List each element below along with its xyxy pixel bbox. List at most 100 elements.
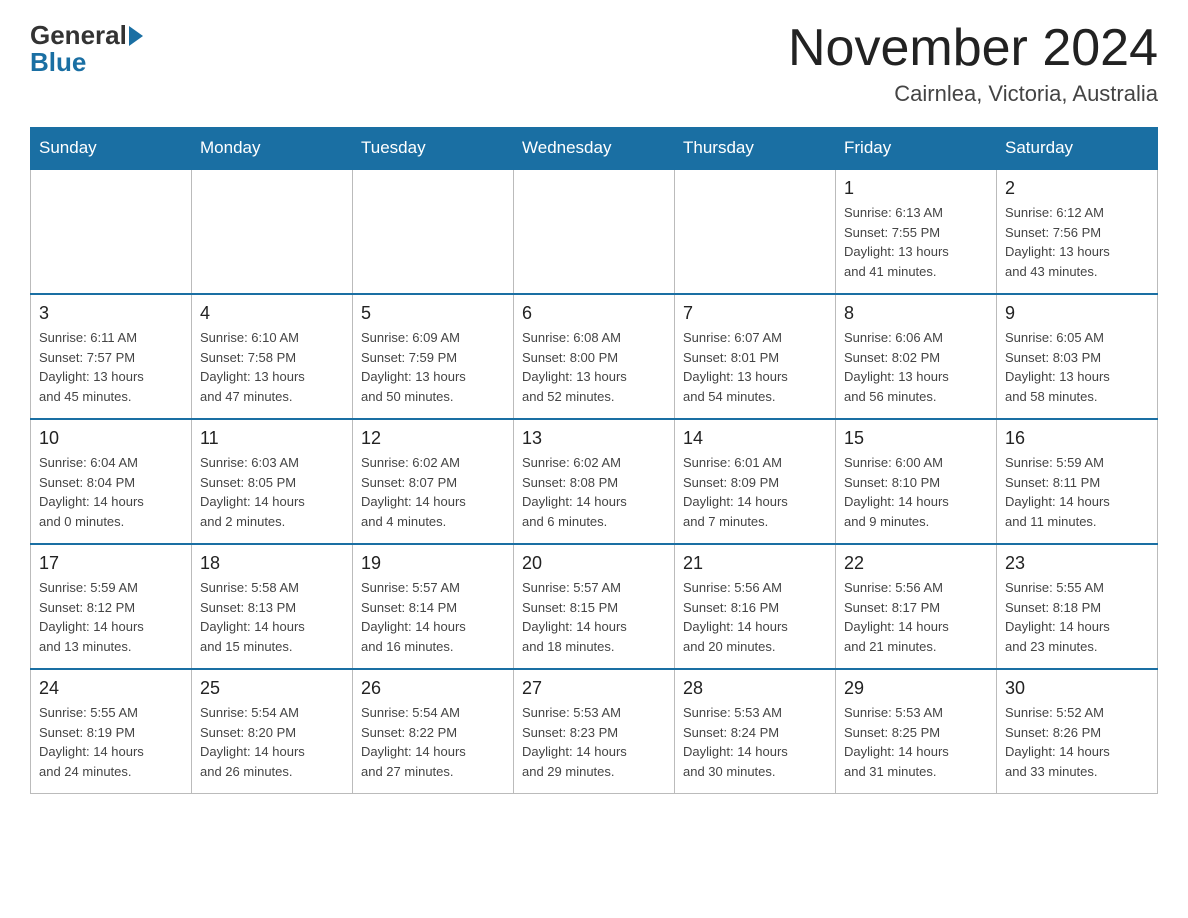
col-tuesday: Tuesday <box>353 128 514 170</box>
table-row: 10Sunrise: 6:04 AM Sunset: 8:04 PM Dayli… <box>31 419 192 544</box>
table-row: 9 Sunrise: 6:05 AM Sunset: 8:03 PM Daylig… <box>997 294 1158 419</box>
day-info: Sunrise: 5:57 AM Sunset: 8:14 PM Dayligh… <box>361 578 505 656</box>
day-info: Sunrise: 6:10 AM Sunset: 7:58 PM Dayligh… <box>200 328 344 406</box>
table-row: 8 Sunrise: 6:06 AM Sunset: 8:02 PM Daylig… <box>836 294 997 419</box>
day-number: 4 <box>200 303 344 324</box>
location-title: Cairnlea, Victoria, Australia <box>788 81 1158 107</box>
day-number: 18 <box>200 553 344 574</box>
col-wednesday: Wednesday <box>514 128 675 170</box>
table-row: 7 Sunrise: 6:07 AM Sunset: 8:01 PM Daylig… <box>675 294 836 419</box>
day-number: 7 <box>683 303 827 324</box>
table-row: 27 Sunrise: 5:53 AM Sunset: 8:23 PM Dayli… <box>514 669 675 794</box>
day-info: Sunrise: 5:54 AM Sunset: 8:20 PM Dayligh… <box>200 703 344 781</box>
day-number: 14 <box>683 428 827 449</box>
table-row: 2 Sunrise: 6:12 AM Sunset: 7:56 PM Daylig… <box>997 169 1158 294</box>
day-number: 28 <box>683 678 827 699</box>
day-info: Sunrise: 6:00 AM Sunset: 8:10 PM Dayligh… <box>844 453 988 531</box>
table-row: 12 Sunrise: 6:02 AM Sunset: 8:07 PM Dayli… <box>353 419 514 544</box>
day-info: Sunrise: 6:11 AM Sunset: 7:57 PM Dayligh… <box>39 328 183 406</box>
calendar-row-4: 17 Sunrise: 5:59 AM Sunset: 8:12 PM Dayli… <box>31 544 1158 669</box>
table-row: 5 Sunrise: 6:09 AM Sunset: 7:59 PM Daylig… <box>353 294 514 419</box>
day-info: Sunrise: 6:07 AM Sunset: 8:01 PM Dayligh… <box>683 328 827 406</box>
day-number: 13 <box>522 428 666 449</box>
day-number: 10 <box>39 428 183 449</box>
day-number: 2 <box>1005 178 1149 199</box>
day-number: 17 <box>39 553 183 574</box>
table-row: 29 Sunrise: 5:53 AM Sunset: 8:25 PM Dayli… <box>836 669 997 794</box>
day-info: Sunrise: 5:55 AM Sunset: 8:18 PM Dayligh… <box>1005 578 1149 656</box>
day-info: Sunrise: 5:54 AM Sunset: 8:22 PM Dayligh… <box>361 703 505 781</box>
day-info: Sunrise: 6:02 AM Sunset: 8:08 PM Dayligh… <box>522 453 666 531</box>
day-number: 29 <box>844 678 988 699</box>
day-number: 16 <box>1005 428 1149 449</box>
table-row: 30 Sunrise: 5:52 AM Sunset: 8:26 PM Dayli… <box>997 669 1158 794</box>
table-row: 4 Sunrise: 6:10 AM Sunset: 7:58 PM Daylig… <box>192 294 353 419</box>
table-row: 24 Sunrise: 5:55 AM Sunset: 8:19 PM Dayli… <box>31 669 192 794</box>
day-number: 3 <box>39 303 183 324</box>
logo-blue-text: Blue <box>30 47 86 78</box>
day-info: Sunrise: 5:59 AM Sunset: 8:12 PM Dayligh… <box>39 578 183 656</box>
table-row: 19 Sunrise: 5:57 AM Sunset: 8:14 PM Dayli… <box>353 544 514 669</box>
day-number: 24 <box>39 678 183 699</box>
logo: General Blue <box>30 20 145 78</box>
day-info: Sunrise: 5:59 AM Sunset: 8:11 PM Dayligh… <box>1005 453 1149 531</box>
day-info: Sunrise: 5:58 AM Sunset: 8:13 PM Dayligh… <box>200 578 344 656</box>
day-number: 9 <box>1005 303 1149 324</box>
day-info: Sunrise: 5:55 AM Sunset: 8:19 PM Dayligh… <box>39 703 183 781</box>
calendar-row-1: 1Sunrise: 6:13 AM Sunset: 7:55 PM Daylig… <box>31 169 1158 294</box>
day-number: 6 <box>522 303 666 324</box>
col-monday: Monday <box>192 128 353 170</box>
day-info: Sunrise: 6:06 AM Sunset: 8:02 PM Dayligh… <box>844 328 988 406</box>
day-info: Sunrise: 6:12 AM Sunset: 7:56 PM Dayligh… <box>1005 203 1149 281</box>
day-info: Sunrise: 5:56 AM Sunset: 8:16 PM Dayligh… <box>683 578 827 656</box>
table-row: 1Sunrise: 6:13 AM Sunset: 7:55 PM Daylig… <box>836 169 997 294</box>
day-info: Sunrise: 6:08 AM Sunset: 8:00 PM Dayligh… <box>522 328 666 406</box>
logo-arrow-icon <box>129 26 143 46</box>
table-row: 22Sunrise: 5:56 AM Sunset: 8:17 PM Dayli… <box>836 544 997 669</box>
day-info: Sunrise: 6:02 AM Sunset: 8:07 PM Dayligh… <box>361 453 505 531</box>
day-number: 11 <box>200 428 344 449</box>
table-row: 23 Sunrise: 5:55 AM Sunset: 8:18 PM Dayli… <box>997 544 1158 669</box>
day-number: 19 <box>361 553 505 574</box>
table-row <box>675 169 836 294</box>
day-info: Sunrise: 5:53 AM Sunset: 8:23 PM Dayligh… <box>522 703 666 781</box>
day-info: Sunrise: 5:57 AM Sunset: 8:15 PM Dayligh… <box>522 578 666 656</box>
title-section: November 2024 Cairnlea, Victoria, Austra… <box>788 20 1158 107</box>
col-sunday: Sunday <box>31 128 192 170</box>
table-row: 28 Sunrise: 5:53 AM Sunset: 8:24 PM Dayli… <box>675 669 836 794</box>
col-thursday: Thursday <box>675 128 836 170</box>
day-number: 23 <box>1005 553 1149 574</box>
day-info: Sunrise: 6:05 AM Sunset: 8:03 PM Dayligh… <box>1005 328 1149 406</box>
day-number: 12 <box>361 428 505 449</box>
day-info: Sunrise: 5:52 AM Sunset: 8:26 PM Dayligh… <box>1005 703 1149 781</box>
table-row: 16 Sunrise: 5:59 AM Sunset: 8:11 PM Dayli… <box>997 419 1158 544</box>
table-row: 14 Sunrise: 6:01 AM Sunset: 8:09 PM Dayli… <box>675 419 836 544</box>
day-info: Sunrise: 6:09 AM Sunset: 7:59 PM Dayligh… <box>361 328 505 406</box>
page-header: General Blue November 2024 Cairnlea, Vic… <box>30 20 1158 107</box>
day-number: 21 <box>683 553 827 574</box>
table-row: 21 Sunrise: 5:56 AM Sunset: 8:16 PM Dayli… <box>675 544 836 669</box>
table-row: 11Sunrise: 6:03 AM Sunset: 8:05 PM Dayli… <box>192 419 353 544</box>
month-title: November 2024 <box>788 20 1158 77</box>
col-friday: Friday <box>836 128 997 170</box>
calendar-row-3: 10Sunrise: 6:04 AM Sunset: 8:04 PM Dayli… <box>31 419 1158 544</box>
table-row <box>353 169 514 294</box>
day-number: 20 <box>522 553 666 574</box>
table-row: 25Sunrise: 5:54 AM Sunset: 8:20 PM Dayli… <box>192 669 353 794</box>
day-info: Sunrise: 5:53 AM Sunset: 8:25 PM Dayligh… <box>844 703 988 781</box>
table-row <box>192 169 353 294</box>
day-number: 27 <box>522 678 666 699</box>
day-info: Sunrise: 5:53 AM Sunset: 8:24 PM Dayligh… <box>683 703 827 781</box>
table-row <box>514 169 675 294</box>
day-info: Sunrise: 6:01 AM Sunset: 8:09 PM Dayligh… <box>683 453 827 531</box>
day-number: 8 <box>844 303 988 324</box>
table-row <box>31 169 192 294</box>
table-row: 20 Sunrise: 5:57 AM Sunset: 8:15 PM Dayli… <box>514 544 675 669</box>
day-number: 30 <box>1005 678 1149 699</box>
calendar-table: Sunday Monday Tuesday Wednesday Thursday… <box>30 127 1158 794</box>
day-number: 5 <box>361 303 505 324</box>
day-number: 15 <box>844 428 988 449</box>
table-row: 26Sunrise: 5:54 AM Sunset: 8:22 PM Dayli… <box>353 669 514 794</box>
calendar-row-2: 3 Sunrise: 6:11 AM Sunset: 7:57 PM Daylig… <box>31 294 1158 419</box>
col-saturday: Saturday <box>997 128 1158 170</box>
